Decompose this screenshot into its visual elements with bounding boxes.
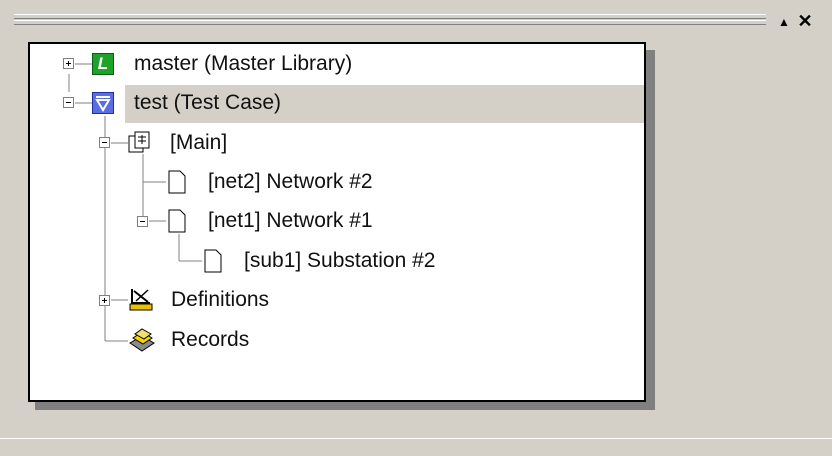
- tree-node-label: [net2] Network #2: [208, 170, 373, 193]
- library-icon: L: [92, 53, 114, 75]
- panel-titlebar: ▲ ✕: [0, 0, 832, 40]
- project-tree[interactable]: L master (Master Library) test (Test Cas…: [28, 42, 646, 402]
- tree-node-label: test (Test Case): [134, 91, 282, 114]
- titlebar-grip-line[interactable]: [14, 20, 766, 25]
- tree-node-label: Records: [171, 328, 250, 351]
- records-icon: [127, 325, 157, 355]
- definitions-icon: [128, 286, 154, 312]
- test-case-icon: [92, 92, 114, 114]
- expand-definitions-button[interactable]: [99, 295, 110, 306]
- panel-bottom-strip: [0, 438, 832, 456]
- document-icon: [168, 170, 186, 194]
- close-button[interactable]: ✕: [796, 12, 814, 30]
- collapse-main-button[interactable]: [99, 137, 110, 148]
- document-icon: [204, 249, 222, 273]
- document-icon: [168, 209, 186, 233]
- pin-button[interactable]: ▲: [776, 14, 792, 30]
- titlebar-grip-line[interactable]: [14, 14, 766, 19]
- tree-node-label: Definitions: [171, 288, 270, 311]
- tree-node-label: [sub1] Substation #2: [244, 249, 436, 272]
- tree-node-label: [net1] Network #1: [208, 209, 373, 232]
- expand-master-button[interactable]: [63, 58, 74, 69]
- collapse-test-button[interactable]: [63, 97, 74, 108]
- collapse-net1-button[interactable]: [137, 216, 148, 227]
- main-module-icon: [127, 130, 153, 156]
- tree-node-label: master (Master Library): [134, 52, 353, 75]
- tree-node-label: [Main]: [170, 131, 228, 154]
